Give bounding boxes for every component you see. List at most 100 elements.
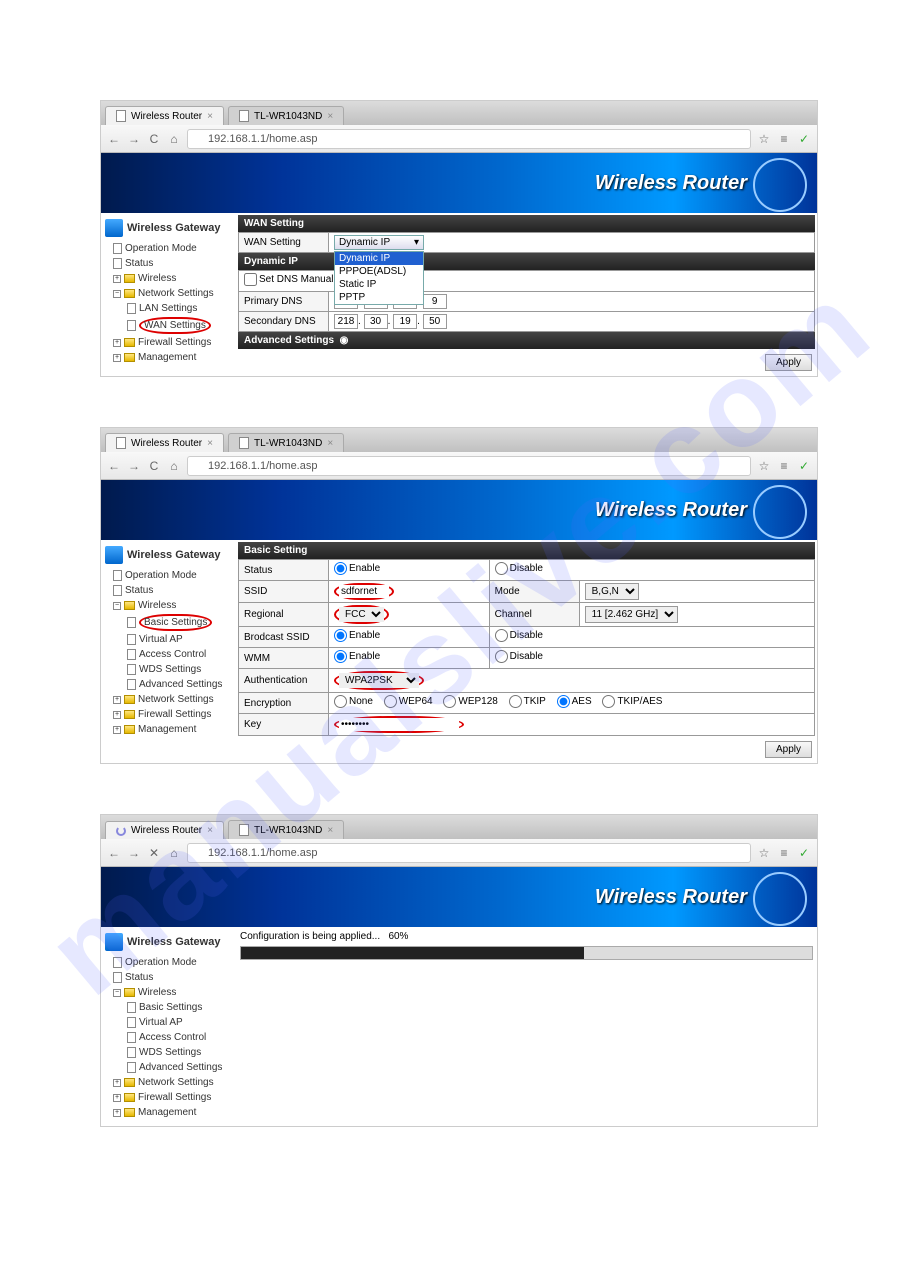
tab-1[interactable]: Wireless Router× <box>105 433 224 452</box>
sidebar-item-wds[interactable]: WDS Settings <box>105 662 232 677</box>
home-icon[interactable]: ⌂ <box>167 132 181 146</box>
sidebar-item-network[interactable]: +Network Settings <box>105 692 232 707</box>
sidebar-item-opmode[interactable]: Operation Mode <box>105 568 232 583</box>
option-dynamic[interactable]: Dynamic IP <box>335 252 423 265</box>
sidebar-item-network[interactable]: +Network Settings <box>105 1075 232 1090</box>
ok-icon[interactable]: ✓ <box>797 459 811 473</box>
channel-select[interactable]: 11 [2.462 GHz] <box>585 606 678 623</box>
sidebar-item-wan[interactable]: WAN Settings <box>105 316 232 335</box>
back-icon[interactable]: ← <box>107 459 121 473</box>
sidebar-item-wireless[interactable]: −Wireless <box>105 985 232 1000</box>
home-icon[interactable]: ⌂ <box>167 846 181 860</box>
ok-icon[interactable]: ✓ <box>797 132 811 146</box>
status-disable[interactable]: Disable <box>495 562 543 575</box>
reload-icon[interactable]: C <box>147 459 161 473</box>
url-input[interactable]: 192.168.1.1/home.asp <box>187 456 751 476</box>
sidebar-item-firewall[interactable]: +Firewall Settings <box>105 335 232 350</box>
sidebar-item-wds[interactable]: WDS Settings <box>105 1045 232 1060</box>
status-enable[interactable]: Enable <box>334 562 380 575</box>
sidebar-item-status[interactable]: Status <box>105 583 232 598</box>
option-static[interactable]: Static IP <box>335 278 423 291</box>
reload-icon[interactable]: C <box>147 132 161 146</box>
enc-tkip[interactable]: TKIP <box>509 695 546 708</box>
enc-wep64[interactable]: WEP64 <box>384 695 433 708</box>
forward-icon[interactable]: → <box>127 846 141 860</box>
sidebar-item-opmode[interactable]: Operation Mode <box>105 241 232 256</box>
sidebar-item-status[interactable]: Status <box>105 970 232 985</box>
collapse-icon[interactable]: − <box>113 290 121 298</box>
close-icon[interactable]: × <box>327 111 333 122</box>
sidebar-item-lan[interactable]: LAN Settings <box>105 301 232 316</box>
expand-icon[interactable]: + <box>113 696 121 704</box>
ssid-input[interactable] <box>339 585 389 598</box>
tab-2[interactable]: TL-WR1043ND× <box>228 433 344 452</box>
sidebar-item-wireless[interactable]: +Wireless <box>105 271 232 286</box>
star-icon[interactable]: ☆ <box>757 846 771 860</box>
back-icon[interactable]: ← <box>107 132 121 146</box>
sidebar-item-firewall[interactable]: +Firewall Settings <box>105 1090 232 1105</box>
set-dns-checkbox[interactable]: Set DNS Manually <box>244 273 341 286</box>
secondary-dns-input[interactable]: . . . <box>329 312 815 332</box>
sidebar-item-vap[interactable]: Virtual AP <box>105 632 232 647</box>
sidebar-item-wireless[interactable]: −Wireless <box>105 598 232 613</box>
menu-icon[interactable]: ≡ <box>777 132 791 146</box>
sidebar-item-mgmt[interactable]: +Management <box>105 350 232 365</box>
collapse-icon[interactable]: − <box>113 989 121 997</box>
mode-select[interactable]: B,G,N <box>585 583 639 600</box>
url-input[interactable]: 192.168.1.1/home.asp <box>187 843 751 863</box>
wan-setting-select[interactable]: Dynamic IP▾ Dynamic IP PPPOE(ADSL) Stati… <box>334 235 424 250</box>
sidebar-item-basic[interactable]: Basic Settings <box>105 613 232 632</box>
back-icon[interactable]: ← <box>107 846 121 860</box>
ok-icon[interactable]: ✓ <box>797 846 811 860</box>
stop-icon[interactable]: ✕ <box>147 846 161 860</box>
auth-select[interactable]: WPA2PSK <box>339 673 419 688</box>
expand-icon[interactable]: + <box>113 275 121 283</box>
bssid-enable[interactable]: Enable <box>334 629 380 642</box>
sidebar-item-network[interactable]: −Network Settings <box>105 286 232 301</box>
url-input[interactable]: 192.168.1.1/home.asp <box>187 129 751 149</box>
expand-icon[interactable]: + <box>113 339 121 347</box>
wmm-disable[interactable]: Disable <box>495 650 543 663</box>
star-icon[interactable]: ☆ <box>757 132 771 146</box>
tab-1[interactable]: Wireless Router× <box>105 821 224 839</box>
expand-icon[interactable]: + <box>113 1109 121 1117</box>
close-icon[interactable]: × <box>327 825 333 836</box>
expand-icon[interactable]: + <box>113 354 121 362</box>
sidebar-item-basic[interactable]: Basic Settings <box>105 1000 232 1015</box>
expand-icon[interactable]: + <box>113 1079 121 1087</box>
forward-icon[interactable]: → <box>127 132 141 146</box>
tab-2[interactable]: TL-WR1043ND× <box>228 820 344 839</box>
option-pptp[interactable]: PPTP <box>335 291 423 304</box>
sidebar-item-status[interactable]: Status <box>105 256 232 271</box>
close-icon[interactable]: × <box>327 438 333 449</box>
close-icon[interactable]: × <box>207 825 213 836</box>
regional-select[interactable]: FCC <box>339 607 384 622</box>
home-icon[interactable]: ⌂ <box>167 459 181 473</box>
enc-aes[interactable]: AES <box>557 695 592 708</box>
collapse-icon[interactable]: − <box>113 602 121 610</box>
sidebar-item-vap[interactable]: Virtual AP <box>105 1015 232 1030</box>
wmm-enable[interactable]: Enable <box>334 650 380 663</box>
sidebar-item-opmode[interactable]: Operation Mode <box>105 955 232 970</box>
enc-tkipaes[interactable]: TKIP/AES <box>602 695 662 708</box>
tab-1[interactable]: Wireless Router× <box>105 106 224 125</box>
close-icon[interactable]: × <box>207 111 213 122</box>
apply-button[interactable]: Apply <box>765 354 812 371</box>
tab-2[interactable]: TL-WR1043ND× <box>228 106 344 125</box>
sidebar-item-firewall[interactable]: +Firewall Settings <box>105 707 232 722</box>
option-pppoe[interactable]: PPPOE(ADSL) <box>335 265 423 278</box>
sidebar-item-ac[interactable]: Access Control <box>105 1030 232 1045</box>
bssid-disable[interactable]: Disable <box>495 629 543 642</box>
key-input[interactable] <box>339 718 459 731</box>
sidebar-item-adv[interactable]: Advanced Settings <box>105 1060 232 1075</box>
expand-icon[interactable]: + <box>113 726 121 734</box>
sidebar-item-adv[interactable]: Advanced Settings <box>105 677 232 692</box>
sidebar-item-ac[interactable]: Access Control <box>105 647 232 662</box>
star-icon[interactable]: ☆ <box>757 459 771 473</box>
sidebar-item-mgmt[interactable]: +Management <box>105 722 232 737</box>
menu-icon[interactable]: ≡ <box>777 459 791 473</box>
expand-icon[interactable]: + <box>113 1094 121 1102</box>
expand-icon[interactable]: + <box>113 711 121 719</box>
apply-button[interactable]: Apply <box>765 741 812 758</box>
menu-icon[interactable]: ≡ <box>777 846 791 860</box>
